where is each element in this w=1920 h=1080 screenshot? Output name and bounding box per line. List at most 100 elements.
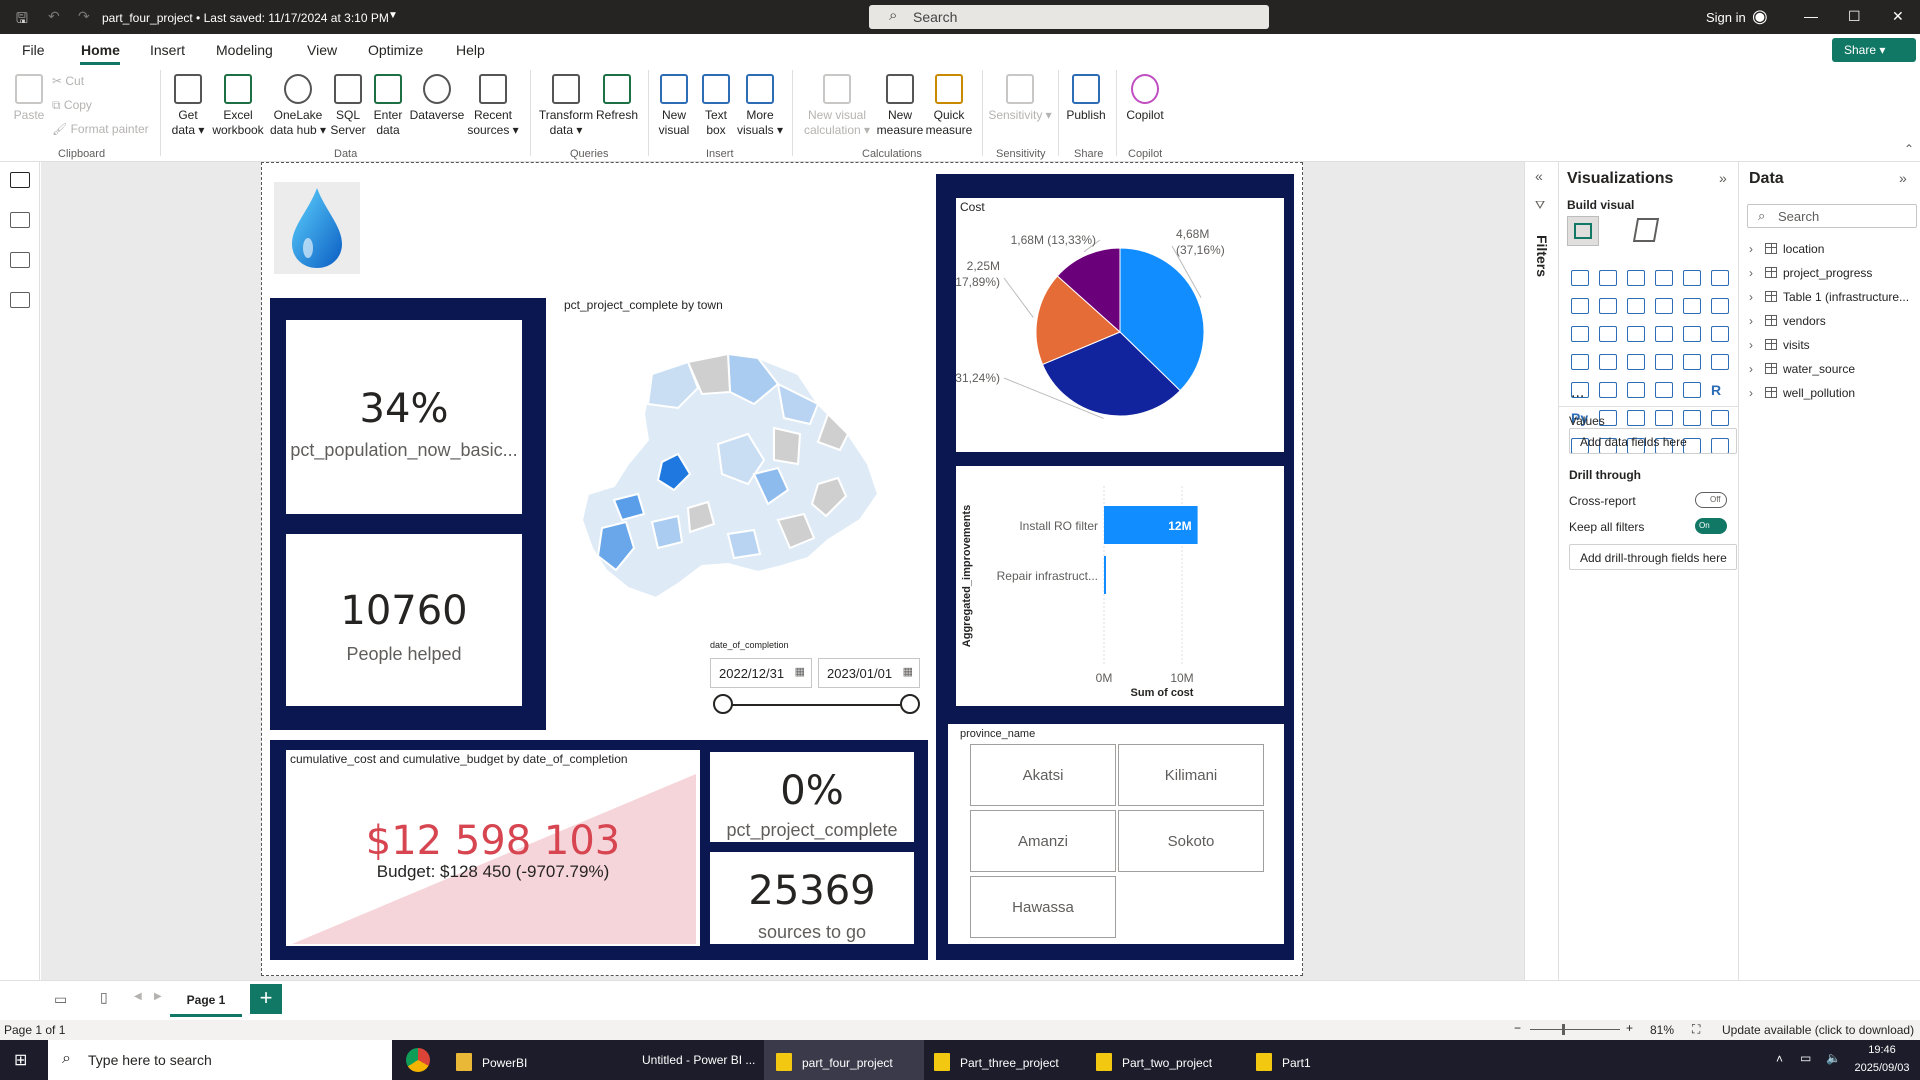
visual-type-icon[interactable] [1655,298,1673,314]
network-icon[interactable]: ▭ [1800,1051,1811,1065]
volume-icon[interactable]: 🔈 [1826,1051,1841,1065]
data-table-item[interactable]: › well_pollution [1749,386,1855,400]
zoom-slider-thumb[interactable] [1562,1024,1565,1035]
visual-type-icon[interactable] [1683,298,1701,314]
zoom-slider[interactable] [1530,1029,1620,1030]
sign-in-link[interactable]: Sign in [1706,10,1746,25]
kpi-card-population[interactable]: 34% pct_population_now_basic... [286,320,522,514]
share-button[interactable]: Share ▾ [1832,38,1916,62]
get-data-button[interactable]: Get data ▾ [168,74,208,138]
add-page-button[interactable]: + [250,984,282,1014]
enter-data-button[interactable]: Enter data [370,74,406,138]
prev-page-icon[interactable]: ◀ [134,991,142,1002]
tray-chevron-icon[interactable]: ˄ [1776,1052,1783,1066]
visual-type-icon[interactable] [1627,410,1645,426]
chrome-icon[interactable] [406,1048,430,1072]
dataverse-button[interactable]: Dataverse [408,74,466,123]
menu-view[interactable]: View [307,42,337,58]
more-visuals-button[interactable]: More visuals ▾ [736,74,784,138]
visual-type-icon[interactable] [1655,326,1673,342]
build-visual-tab[interactable] [1567,216,1599,246]
menu-file[interactable]: File [22,42,45,58]
transform-data-button[interactable]: Transform data ▾ [538,74,594,138]
province-sokoto[interactable]: Sokoto [1118,810,1264,872]
keep-all-filters-toggle[interactable]: On [1695,518,1727,534]
mobile-layout-icon[interactable]: ▯ [100,989,108,1006]
page-tab-1[interactable]: Page 1 [170,981,242,1017]
text-box-button[interactable]: Text box [700,74,732,138]
visual-type-icon[interactable] [1655,270,1673,286]
taskbar-app-powerbi-folder[interactable]: PowerBI [454,1040,584,1080]
collapse-data-icon[interactable]: » [1899,170,1907,186]
visual-type-icon[interactable]: R [1711,382,1729,398]
province-kilimani[interactable]: Kilimani [1118,744,1264,806]
visual-type-icon[interactable] [1627,382,1645,398]
excel-workbook-button[interactable]: Excel workbook [210,74,266,138]
data-table-item[interactable]: › vendors [1749,314,1826,328]
kpi-card-sources-to-go[interactable]: 25369 sources to go [710,852,914,944]
kpi-card-people-helped[interactable]: 10760 People helped [286,534,522,706]
clock-date[interactable]: 2025/09/03 [1848,1062,1916,1074]
save-icon[interactable]: 🖫 [16,8,28,32]
sensitivity-button[interactable]: Sensitivity ▾ [988,74,1052,123]
date-slider-end-handle[interactable] [900,694,920,714]
province-amanzi[interactable]: Amanzi [970,810,1116,872]
town-filled-map[interactable] [578,344,910,600]
taskbar-app-part-two[interactable]: Part_two_project [1094,1040,1244,1080]
zoom-in-icon[interactable]: + [1626,1021,1633,1035]
filters-pane-collapsed[interactable]: « ⛛ Filters [1524,162,1558,980]
zoom-out-icon[interactable]: − [1514,1021,1521,1035]
data-table-item[interactable]: › Table 1 (infrastructure... [1749,290,1909,304]
expand-filters-icon[interactable]: « [1535,168,1543,184]
onelake-button[interactable]: OneLake data hub ▾ [268,74,328,138]
expand-chevron-icon[interactable]: › [1749,386,1765,400]
drill-through-well[interactable]: Add drill-through fields here [1569,544,1737,570]
visual-type-icon[interactable] [1683,410,1701,426]
desktop-layout-icon[interactable]: ▭ [54,991,67,1008]
map-region[interactable] [650,514,684,550]
expand-chevron-icon[interactable]: › [1749,242,1765,256]
expand-chevron-icon[interactable]: › [1749,338,1765,352]
bar[interactable] [1104,556,1106,594]
data-table-item[interactable]: › visits [1749,338,1810,352]
cumulative-cost-chart[interactable]: cumulative_cost and cumulative_budget by… [286,750,700,946]
cut-button[interactable]: ✂ Cut [52,74,84,89]
expand-chevron-icon[interactable]: › [1749,314,1765,328]
visual-type-icon[interactable] [1627,270,1645,286]
format-painter-button[interactable]: 🖌 Format painter [52,122,149,137]
more-visuals-ellipsis[interactable]: ... [1571,384,1584,402]
minimize-icon[interactable]: — [1804,8,1818,24]
quick-measure-button[interactable]: Quick measure [924,74,974,138]
redo-icon[interactable]: ↷ [78,8,90,25]
visual-type-icon[interactable] [1599,298,1617,314]
data-search-input[interactable]: ⌕ Search [1747,204,1917,228]
kpi-card-pct-complete[interactable]: 0% pct_project_complete [710,752,914,842]
publish-button[interactable]: Publish [1064,74,1108,123]
province-hawassa[interactable]: Hawassa [970,876,1116,938]
search-input[interactable]: ⌕ Search [869,5,1269,29]
visual-type-icon[interactable] [1571,298,1589,314]
data-table-item[interactable]: › project_progress [1749,266,1872,280]
taskbar-app-untitled[interactable]: Untitled - Power BI ... [626,1040,756,1080]
visual-type-icon[interactable] [1655,382,1673,398]
dax-query-view-icon[interactable] [10,292,30,308]
visual-type-icon[interactable] [1599,326,1617,342]
title-dropdown-icon[interactable]: ▼ [388,10,398,21]
map-region[interactable] [726,528,762,560]
visual-type-icon[interactable] [1711,270,1729,286]
improvements-bar-chart[interactable]: 0M 10M Install RO filter Repair infrastruct… [956,466,1284,706]
new-measure-button[interactable]: New measure [876,74,924,138]
visual-type-icon[interactable] [1711,326,1729,342]
collapse-ribbon-icon[interactable]: ⌃ [1904,142,1914,156]
close-icon[interactable]: ✕ [1892,8,1904,25]
taskbar-search-input[interactable]: ⌕ Type here to search [48,1040,392,1080]
date-start-input[interactable]: 2022/12/31 ▦ [710,658,812,688]
menu-optimize[interactable]: Optimize [368,42,423,58]
visual-type-icon[interactable] [1627,298,1645,314]
next-page-icon[interactable]: ▶ [154,991,162,1002]
visual-type-icon[interactable] [1683,270,1701,286]
new-visual-calculation-button[interactable]: New visual calculation ▾ [800,74,874,138]
visual-type-icon[interactable] [1571,354,1589,370]
visual-type-icon[interactable] [1599,270,1617,286]
cross-report-toggle[interactable]: Off [1695,492,1727,508]
